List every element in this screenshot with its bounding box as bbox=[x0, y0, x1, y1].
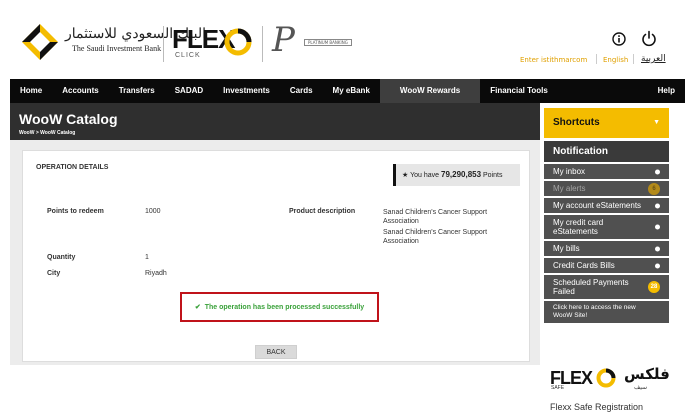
language-english-link[interactable]: English bbox=[603, 56, 628, 64]
check-icon: ✔ bbox=[194, 304, 201, 311]
shortcut-label: My account eStatements bbox=[553, 201, 642, 210]
shortcut-item[interactable]: Click here to access the new WooW Site! bbox=[544, 301, 669, 325]
shortcut-label: My bills bbox=[553, 244, 580, 253]
product-description-line2: Sanad Children's Cancer Support Associat… bbox=[383, 229, 488, 245]
flexx-safe-brand-ar: فلكس bbox=[624, 365, 670, 383]
flex-ring-icon bbox=[596, 368, 616, 388]
shortcut-item[interactable]: Credit Cards Bills bbox=[544, 258, 669, 275]
nav-sadad[interactable]: SADAD bbox=[165, 79, 213, 103]
shortcut-label: Credit Cards Bills bbox=[553, 261, 615, 270]
nav-transfers[interactable]: Transfers bbox=[109, 79, 165, 103]
dot-icon bbox=[655, 263, 660, 268]
language-arabic-link[interactable]: العربية bbox=[641, 54, 666, 64]
points-balance: ★ You have 79,290,853 Points bbox=[393, 164, 520, 186]
shortcut-label: My alerts bbox=[553, 184, 586, 193]
shortcuts-dropdown[interactable]: Shortcuts ▼ bbox=[544, 108, 669, 138]
dot-icon bbox=[655, 224, 660, 230]
flex-sub: CLICK bbox=[175, 52, 201, 59]
user-link[interactable]: Enter istithmarcom bbox=[520, 56, 587, 64]
nav-woow-rewards[interactable]: WooW Rewards bbox=[379, 79, 481, 103]
dot-icon bbox=[655, 169, 660, 174]
flex-ring-icon bbox=[224, 28, 252, 56]
points-suffix: Points bbox=[483, 172, 503, 179]
notification-header: Notification bbox=[544, 141, 669, 162]
header-divider bbox=[633, 54, 634, 64]
points-to-redeem-label: Points to redeem bbox=[47, 208, 104, 215]
power-icon[interactable] bbox=[641, 30, 657, 47]
back-button[interactable]: BACK bbox=[255, 345, 297, 359]
nav-help[interactable]: Help bbox=[648, 79, 685, 103]
chevron-down-icon: ▼ bbox=[653, 119, 660, 126]
points-prefix: You have bbox=[410, 172, 440, 179]
header: البنك السعودي للاستثمار The Saudi Invest… bbox=[0, 0, 685, 80]
nav-accounts[interactable]: Accounts bbox=[52, 79, 108, 103]
nav-cards[interactable]: Cards bbox=[280, 79, 323, 103]
header-divider bbox=[163, 26, 164, 62]
breadcrumb: WooW > WooW Catalog bbox=[19, 130, 76, 136]
count-badge: 6 bbox=[648, 182, 660, 195]
nav-home[interactable]: Home bbox=[10, 79, 52, 103]
shortcut-label: Scheduled Payments Failed bbox=[553, 278, 629, 296]
flexx-safe-logo[interactable]: FLEX SAFE فلكس سيف bbox=[550, 365, 670, 395]
success-message: ✔ The operation has been processed succe… bbox=[180, 292, 379, 322]
flexx-safe-sub: SAFE bbox=[551, 385, 565, 391]
title-bar: WooW Catalog WooW > WooW Catalog bbox=[10, 103, 540, 140]
shortcut-item[interactable]: My bills bbox=[544, 241, 669, 258]
shortcut-item[interactable]: My credit card eStatements bbox=[544, 215, 669, 241]
page-title: WooW Catalog bbox=[19, 111, 118, 127]
city-value: Riyadh bbox=[145, 270, 167, 277]
info-icon[interactable] bbox=[612, 32, 626, 46]
main-nav: Home Accounts Transfers SADAD Investment… bbox=[10, 79, 685, 103]
shortcut-item[interactable]: Scheduled Payments Failed 28 bbox=[544, 275, 669, 301]
shortcut-label: My inbox bbox=[553, 167, 586, 176]
page: البنك السعودي للاستثمار The Saudi Invest… bbox=[0, 0, 685, 420]
bank-logo-icon[interactable] bbox=[20, 22, 60, 62]
quantity-label: Quantity bbox=[47, 254, 76, 261]
shortcut-item[interactable]: My account eStatements bbox=[544, 198, 669, 215]
flexx-safe-sub-ar: سيف bbox=[634, 384, 648, 391]
shortcuts-list: My inbox My alerts 6 My account eStateme… bbox=[544, 164, 669, 325]
nav-investments[interactable]: Investments bbox=[213, 79, 280, 103]
header-divider bbox=[262, 26, 263, 62]
nav-financial-tools[interactable]: Financial Tools bbox=[480, 79, 558, 103]
star-icon: ★ bbox=[402, 172, 409, 179]
dot-icon bbox=[655, 246, 660, 251]
product-description-line1: Sanad Children's Cancer Support Associat… bbox=[383, 209, 488, 225]
shortcut-label: My credit card eStatements bbox=[553, 218, 604, 236]
quantity-value: 1 bbox=[145, 254, 149, 261]
platinum-logo: P bbox=[272, 20, 295, 60]
platinum-text: PLATINUM BANKING bbox=[304, 39, 352, 46]
success-text: The operation has been processed success… bbox=[204, 303, 365, 311]
nav-my-ebank[interactable]: My eBank bbox=[323, 79, 380, 103]
points-value: 79,290,853 bbox=[441, 170, 482, 179]
count-badge: 28 bbox=[648, 281, 660, 293]
operation-details-title: OPERATION DETAILS bbox=[36, 164, 109, 171]
shortcut-item[interactable]: My inbox bbox=[544, 164, 669, 181]
header-divider bbox=[596, 54, 597, 64]
shortcut-label: Click here to access the new WooW Site! bbox=[553, 304, 636, 319]
shortcuts-title: Shortcuts bbox=[553, 117, 600, 128]
product-description-label: Product description bbox=[289, 208, 356, 215]
flexx-safe-registration-link[interactable]: Flexx Safe Registration bbox=[550, 402, 643, 412]
bank-name-en: The Saudi Investment Bank bbox=[72, 44, 162, 53]
city-label: City bbox=[47, 270, 61, 277]
dot-icon bbox=[655, 203, 660, 208]
shortcut-item[interactable]: My alerts 6 bbox=[544, 181, 669, 198]
points-to-redeem-value: 1000 bbox=[145, 208, 161, 215]
